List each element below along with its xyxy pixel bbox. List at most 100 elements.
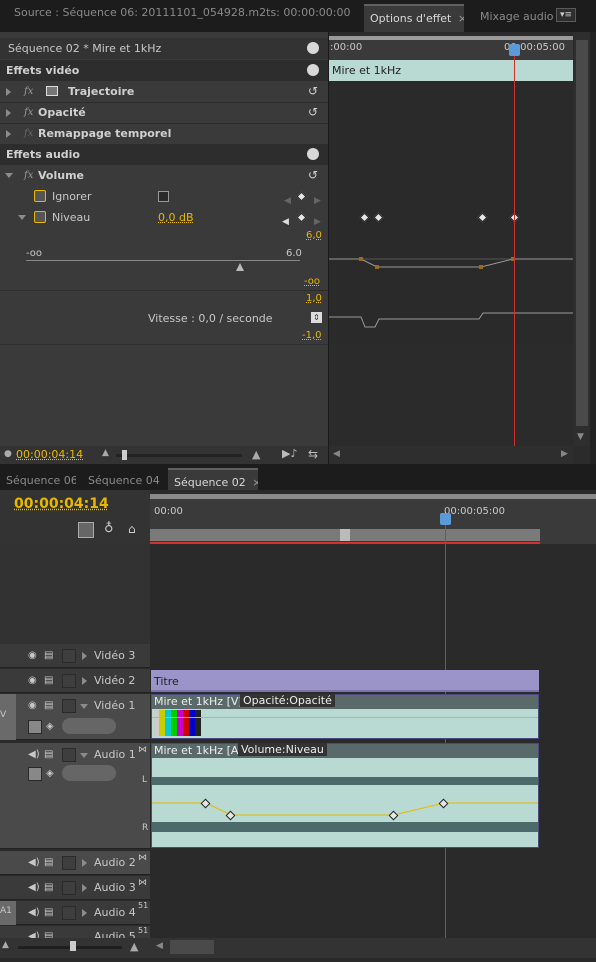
collapse-icon[interactable] — [5, 173, 13, 178]
add-keyframe-icon[interactable] — [296, 191, 307, 202]
eye-icon[interactable]: ◉ — [28, 699, 37, 713]
track-audio-2[interactable]: ◀) ▤ Audio 2 ⋈ — [0, 851, 150, 875]
collapse-icon[interactable] — [80, 704, 88, 709]
video-target-badge[interactable]: V — [0, 694, 16, 740]
speaker-icon[interactable]: ◀) — [28, 906, 40, 920]
reset-icon[interactable]: ↺ — [306, 168, 320, 182]
expand-icon[interactable] — [6, 109, 11, 117]
clip-titre[interactable] — [151, 670, 539, 692]
timeline-timecode[interactable]: 00:00:04:14 — [14, 496, 109, 512]
play-audio-icon[interactable]: ▶♪ — [282, 447, 297, 460]
timeline-zoom-thumb[interactable] — [70, 941, 76, 951]
reset-icon[interactable]: ↺ — [306, 105, 320, 119]
keyframe-toggle-icon[interactable]: ◈ — [46, 720, 54, 734]
collapse-audio-effects-icon[interactable] — [307, 148, 319, 160]
transform-icon[interactable] — [46, 86, 58, 96]
lock-icon[interactable]: ▤ — [44, 649, 53, 663]
speaker-icon[interactable]: ◀) — [28, 856, 40, 870]
timeline-playhead-handle[interactable] — [440, 513, 451, 525]
fx-icon[interactable]: fx — [24, 81, 33, 102]
snap-icon[interactable] — [78, 522, 94, 538]
keyframe-nav[interactable] — [62, 765, 116, 781]
expand-icon[interactable] — [82, 884, 87, 892]
close-icon[interactable]: × — [458, 12, 464, 25]
lock-icon[interactable]: ▤ — [44, 856, 53, 870]
expand-icon[interactable] — [82, 677, 87, 685]
scroll-down-icon[interactable]: ▼ — [577, 432, 584, 442]
zoom-slider[interactable] — [116, 454, 242, 457]
fx-icon[interactable]: fx — [24, 102, 33, 123]
clip-video-fx-dropdown[interactable]: Opacité:Opacité — [240, 694, 335, 707]
lock-toggle[interactable] — [62, 906, 76, 920]
lock-toggle[interactable] — [62, 649, 76, 663]
lock-icon[interactable]: ▤ — [44, 906, 53, 920]
track-audio-3[interactable]: ◀) ▤ Audio 3 ⋈ — [0, 876, 150, 900]
lock-icon[interactable]: ▤ — [44, 699, 53, 713]
volume-rubberband[interactable] — [152, 790, 538, 830]
display-style-icon[interactable] — [28, 720, 42, 734]
timeline-scroll-left-icon[interactable]: ◀ — [156, 941, 163, 951]
scroll-right-icon[interactable]: ▶ — [561, 449, 568, 459]
collapse-video-effects-icon[interactable] — [307, 64, 319, 76]
tab-sequence-02[interactable]: Séquence 02 × — [168, 468, 258, 492]
scroll-left-icon[interactable]: ◀ — [333, 449, 340, 459]
clip-audio-fx-dropdown[interactable]: Volume:Niveau — [238, 743, 327, 756]
effect-row-remappage[interactable]: fx Remappage temporel — [0, 123, 328, 144]
scrollbar-thumb[interactable] — [576, 40, 588, 426]
reset-icon[interactable]: ↺ — [306, 84, 320, 98]
tab-source[interactable]: Source : Séquence 06: 20111101_054928.m2… — [8, 0, 360, 26]
audio-target-badge[interactable]: A1 — [0, 901, 16, 925]
loop-icon[interactable]: ⇆ — [308, 447, 318, 461]
lock-toggle[interactable] — [62, 856, 76, 870]
eye-icon[interactable]: ◉ — [28, 674, 37, 688]
niveau-value[interactable]: 0,0 dB — [158, 207, 194, 228]
lock-toggle[interactable] — [62, 748, 76, 762]
fx-icon[interactable]: fx — [24, 165, 33, 186]
collapse-icon[interactable] — [18, 215, 26, 220]
keyframe-toggle-icon[interactable]: ◈ — [46, 767, 54, 781]
expand-icon[interactable] — [6, 130, 11, 138]
keyframe-nav[interactable] — [62, 718, 116, 734]
lock-icon[interactable]: ▤ — [44, 674, 53, 688]
effect-row-volume[interactable]: fx Volume ↺ — [0, 165, 328, 186]
tab-audio-mixer[interactable]: Mixage audio — [474, 4, 556, 30]
prev-keyframe-icon[interactable]: ◀ — [282, 212, 289, 233]
expand-icon[interactable] — [82, 859, 87, 867]
lock-toggle[interactable] — [62, 674, 76, 688]
speaker-icon[interactable]: ◀) — [28, 748, 40, 762]
lock-toggle[interactable] — [62, 881, 76, 895]
zoom-in-icon[interactable]: ▲ — [252, 448, 260, 461]
eye-icon[interactable]: ◉ — [28, 649, 37, 663]
track-video-2[interactable]: ◉ ▤ Vidéo 2 — [0, 669, 150, 693]
expand-icon[interactable] — [82, 652, 87, 660]
expand-icon[interactable] — [82, 909, 87, 917]
opacity-line[interactable] — [152, 717, 538, 718]
track-audio-4[interactable]: ◀) ▤ Audio 4 51 — [0, 901, 150, 925]
timeline-hscroll-thumb[interactable] — [170, 940, 214, 954]
zoom-slider-thumb[interactable] — [122, 450, 127, 460]
timeline-zoom-out-icon[interactable]: ▲ — [2, 940, 9, 950]
track-video-1[interactable]: ◉ ▤ Vidéo 1 ◈ — [0, 694, 150, 740]
effect-row-opacite[interactable]: fx Opacité ↺ — [0, 102, 328, 123]
toggle-timeline-icon[interactable] — [307, 42, 319, 54]
mini-playhead-line[interactable] — [514, 46, 515, 446]
ignorer-checkbox[interactable] — [158, 191, 169, 202]
lock-toggle[interactable] — [62, 699, 76, 713]
track-video-3[interactable]: ◉ ▤ Vidéo 3 — [0, 644, 150, 668]
stopwatch-icon[interactable] — [34, 190, 46, 202]
track-audio-1[interactable]: ◀) ▤ Audio 1 ⋈ ◈ L R — [0, 743, 150, 849]
horizontal-scrollbar[interactable] — [329, 446, 573, 464]
lock-icon[interactable]: ▤ — [44, 881, 53, 895]
effect-current-time[interactable]: 00:00:04:14 — [16, 448, 83, 461]
velocity-toggle-icon[interactable]: ⇕ — [311, 312, 322, 323]
display-style-icon[interactable] — [28, 767, 42, 781]
mini-playhead-handle[interactable] — [509, 44, 520, 56]
collapse-icon[interactable] — [80, 753, 88, 758]
work-area-handle[interactable] — [340, 529, 350, 541]
tab-effect-options[interactable]: Options d'effet × — [364, 4, 464, 32]
zoom-out-icon[interactable]: ▲ — [102, 448, 109, 458]
timeline-zoom-in-icon[interactable]: ▲ — [130, 940, 138, 953]
niveau-slider-track[interactable] — [26, 260, 300, 261]
speaker-icon[interactable]: ◀) — [28, 881, 40, 895]
lightbulb-icon[interactable]: ♁ — [104, 521, 114, 536]
